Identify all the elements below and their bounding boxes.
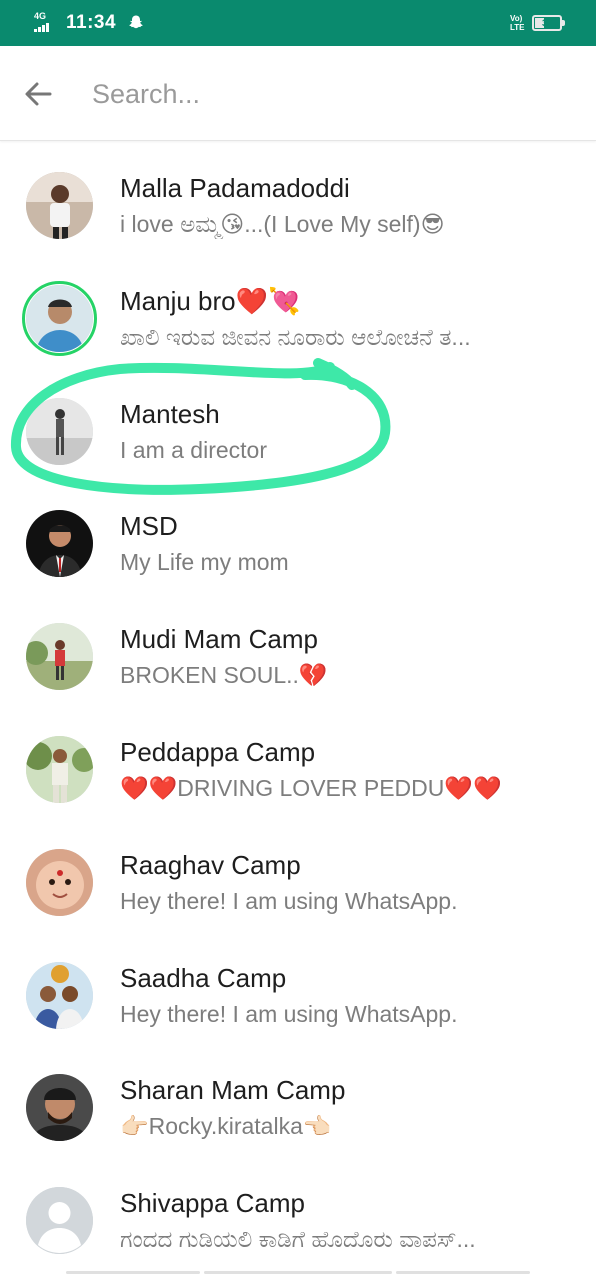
- contact-name: Malla Padamadoddi: [120, 173, 350, 203]
- search-input[interactable]: [92, 70, 562, 118]
- battery-icon: 37: [532, 15, 565, 31]
- contact-row[interactable]: Saadha Camp Hey there! I am using WhatsA…: [0, 940, 596, 1053]
- avatar: [26, 510, 93, 578]
- contact-row[interactable]: Peddappa Camp ❤️❤️DRIVING LOVER PEDDU❤️❤…: [0, 714, 596, 827]
- contact-name: Peddappa Camp: [120, 736, 316, 767]
- contact-row[interactable]: Manju bro❤️💘 ಖಾಲಿ ಇರುವ ಜೀವನ ನೂರಾರು ಆಲೋಚನ…: [0, 263, 596, 376]
- volte-icon: Vo) LTE: [510, 14, 525, 32]
- contact-status: Hey there! I am using WhatsApp.: [120, 1000, 458, 1027]
- contact-name: Mantesh: [120, 398, 220, 429]
- contact-name: Raaghav Camp: [120, 849, 301, 880]
- contact-status: 👉🏻Rocky.kiratalka👈🏻: [120, 1113, 332, 1140]
- avatar: [26, 1074, 93, 1142]
- contact-row[interactable]: MSD My Life my mom: [0, 488, 596, 601]
- snapchat-icon: [129, 15, 143, 29]
- default-avatar-icon: [26, 1187, 93, 1255]
- contact-row[interactable]: Raaghav Camp Hey there! I am using Whats…: [0, 827, 596, 940]
- avatar: [26, 961, 93, 1029]
- avatar: [26, 284, 93, 352]
- avatar: [26, 397, 93, 465]
- contact-status: ❤️❤️DRIVING LOVER PEDDU❤️❤️: [120, 774, 502, 801]
- contact-status: ಗಂದದ ಗುಡಿಯಲಿ ಕಾಡಿಗೆ ಹೊದೊರು ವಾಪಸ್...: [120, 1226, 476, 1253]
- contact-row[interactable]: Sharan Mam Camp 👉🏻Rocky.kiratalka👈🏻: [0, 1052, 596, 1165]
- status-time: 11:34: [66, 12, 117, 33]
- status-bar: 4G 11:34 Vo) LTE 37: [0, 0, 596, 46]
- back-arrow-icon[interactable]: [22, 78, 54, 110]
- contact-name: Shivappa Camp: [120, 1188, 305, 1219]
- contact-name: Saadha Camp: [120, 962, 287, 993]
- network-type: 4G: [34, 11, 47, 21]
- contact-row[interactable]: Mantesh I am a director: [0, 376, 596, 489]
- battery-level: 37: [541, 18, 552, 28]
- contact-status: Hey there! I am using WhatsApp.: [120, 887, 458, 914]
- contact-row[interactable]: Malla Padamadoddi i love ಅಮ್ಮ😘...(I Love…: [0, 150, 596, 263]
- contact-row[interactable]: Mudi Mam Camp BROKEN SOUL..💔: [0, 601, 596, 714]
- contact-status: I am a director: [120, 436, 267, 463]
- contact-status: ಖಾಲಿ ಇರುವ ಜೀವನ ನೂರಾರು ಆಲೋಚನೆ ತ...: [120, 323, 471, 350]
- contact-name: Sharan Mam Camp: [120, 1075, 346, 1106]
- contact-status: i love ಅಮ್ಮ😘...(I Love My self)😎: [120, 211, 445, 237]
- contact-list: Malla Padamadoddi i love ಅಮ್ಮ😘...(I Love…: [0, 150, 596, 1278]
- avatar: [26, 848, 93, 916]
- avatar: [26, 735, 93, 803]
- search-header: [0, 46, 596, 141]
- contact-status: My Life my mom: [120, 549, 289, 576]
- contact-name: MSD: [120, 511, 178, 542]
- contact-status: BROKEN SOUL..💔: [120, 662, 328, 689]
- avatar: [26, 172, 93, 239]
- avatar: [26, 623, 93, 691]
- bottom-divider: [0, 1271, 596, 1277]
- contact-name: Manju bro❤️💘: [120, 285, 301, 316]
- signal-icon: 4G: [34, 11, 58, 33]
- contact-name: Mudi Mam Camp: [120, 624, 318, 655]
- contact-row[interactable]: Shivappa Camp ಗಂದದ ಗುಡಿಯಲಿ ಕಾಡಿಗೆ ಹೊದೊರು…: [0, 1165, 596, 1278]
